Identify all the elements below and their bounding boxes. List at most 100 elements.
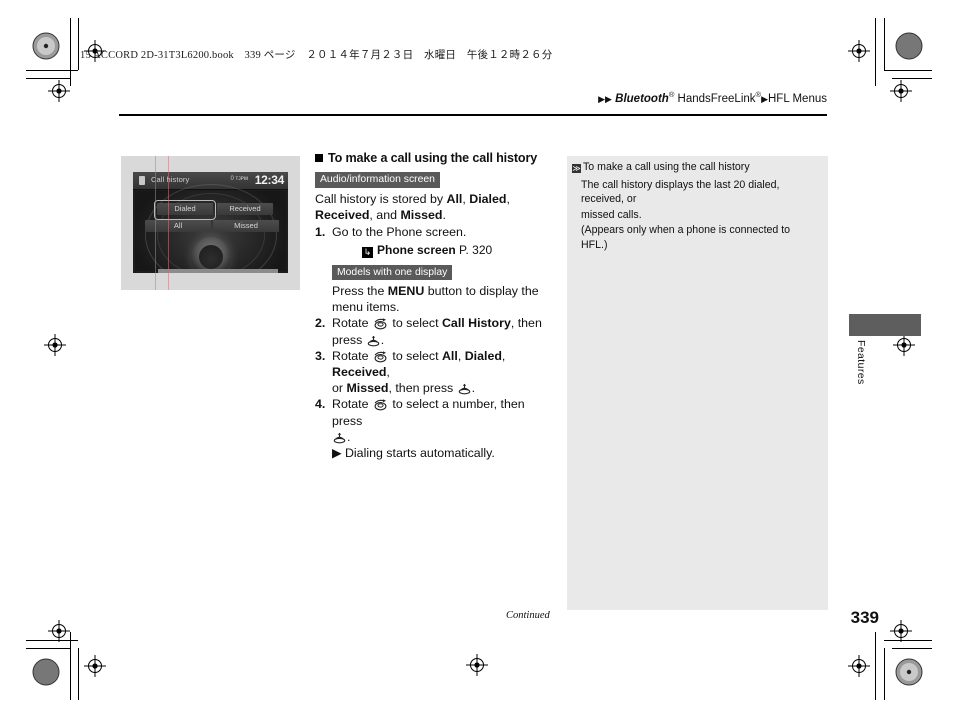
main-content-column: To make a call using the call history Au…: [315, 150, 557, 461]
step-2-number: 2.: [315, 316, 326, 331]
nav-tile-received[interactable]: Received: [217, 203, 273, 215]
intro-period: .: [442, 207, 446, 222]
nav-screen-bottom-bar: [158, 269, 278, 273]
phone-icon: [139, 176, 145, 185]
side-note-line-3: (Appears only when a phone is connected …: [581, 224, 791, 251]
header-rule: [119, 114, 827, 116]
thumb-tab-label: Features: [855, 340, 867, 385]
registration-mark-top-right-b: [890, 80, 912, 102]
intro-all: All: [446, 191, 463, 206]
running-head-arrow-mid: ▶: [761, 93, 768, 104]
registration-dot-bottom-right: [895, 658, 923, 686]
trim-mark: [26, 78, 70, 79]
step-1-text: Go to the Phone screen.: [332, 225, 467, 240]
step-2-text-b: to select: [388, 316, 442, 331]
cross-reference-label: Phone screen: [377, 243, 456, 258]
nav-clock: 12:34: [254, 173, 285, 187]
registration-mark-bottom-center: [466, 654, 488, 676]
step-3-number: 3.: [315, 348, 326, 363]
illustration-panel: Call history 0 ᴛᴊᴘᴍ 12:34 Dialed Receive…: [121, 156, 300, 290]
procedure-steps: 1. Go to the Phone screen. ↳ Phone screen…: [315, 224, 557, 461]
step-2: 2. Rotate to select Call History, then p…: [315, 315, 557, 347]
running-head-brand: Bluetooth: [615, 92, 669, 105]
step-3-or: or: [332, 381, 347, 396]
side-note-line-2: missed calls.: [581, 208, 642, 221]
step-1-number: 1.: [315, 225, 326, 240]
registration-mark-bottom-right-a: [890, 620, 912, 642]
trim-mark: [26, 70, 78, 71]
rotate-knob-icon: [374, 318, 387, 330]
step-2-text-a: Rotate: [332, 316, 372, 331]
imposition-slug: 15 ACCORD 2D-31T3L6200.book 339 ページ ２０１４…: [80, 50, 553, 61]
step-1-note-line-2: menu items.: [332, 300, 400, 315]
cross-reference-phone-screen[interactable]: ↳ Phone screen P. 320: [362, 242, 557, 259]
section-heading-text: To make a call using the call history: [328, 151, 538, 165]
intro-comma-2: ,: [506, 191, 510, 206]
press-post: button to display the: [424, 284, 539, 299]
side-note-title: To make a call using the call history: [583, 161, 750, 173]
manual-page: 15 ACCORD 2D-31T3L6200.book 339 ページ ２０１４…: [0, 0, 954, 718]
registration-mark-bottom-left-a: [48, 620, 70, 642]
step-3-period: .: [471, 381, 476, 396]
continued-label: Continued: [506, 610, 550, 621]
nav-screen-image: Call history 0 ᴛᴊᴘᴍ 12:34 Dialed Receive…: [133, 172, 288, 273]
trim-mark: [892, 78, 932, 79]
trim-mark: [884, 648, 885, 700]
trim-mark: [70, 632, 71, 700]
trim-mark: [884, 70, 932, 71]
press-knob-icon: [367, 335, 379, 346]
press-knob-icon: [458, 384, 470, 395]
trim-mark: [884, 640, 932, 641]
registration-mark-top-right-a: [848, 40, 870, 62]
intro-received: Received: [315, 207, 370, 222]
step-3-missed: Missed: [346, 381, 389, 396]
step-2-text-c: , then: [510, 316, 542, 331]
intro-missed: Missed: [400, 207, 443, 222]
trim-mark: [875, 632, 876, 700]
step-3-dialed: Dialed: [464, 348, 502, 363]
step-4: 4. Rotate to select a number, then press…: [315, 396, 557, 461]
registration-mark-bottom-right-b: [848, 655, 870, 677]
trim-mark: [78, 648, 79, 700]
intro-and: , and: [369, 207, 401, 222]
step-3-comma-2: ,: [501, 348, 506, 363]
registration-mark-right-middle: [893, 334, 915, 356]
step-3-then-press: , then press: [388, 381, 457, 396]
note-bullet-icon: ≫: [572, 164, 581, 173]
registration-mark-bottom-left-b: [84, 655, 106, 677]
trim-mark: [70, 18, 71, 86]
interface-dial-icon: [190, 237, 231, 273]
chip-audio-information-screen: Audio/information screen: [315, 172, 440, 188]
running-head-arrows: ▶▶: [598, 93, 612, 104]
trim-mark: [78, 18, 79, 70]
nav-tile-missed[interactable]: Missed: [213, 220, 279, 232]
step-3-received: Received: [332, 365, 387, 380]
registration-mark-left-middle: [44, 334, 66, 356]
step-3-text-b: to select: [388, 348, 442, 363]
square-bullet-icon: [315, 154, 323, 162]
step-1-note-line-1: Press the MENU button to display the: [332, 283, 557, 299]
thumb-tab-marker: [849, 314, 921, 336]
intro-paragraph: Call history is stored by All, Dialed, R…: [315, 191, 557, 223]
step-4-result-text: Dialing starts automatically.: [344, 446, 495, 461]
side-note-panel: ≫ To make a call using the call history T…: [567, 156, 828, 610]
nav-screen-body: Dialed Received All Missed: [135, 184, 286, 273]
step-3-all: All: [441, 348, 458, 363]
running-head-section: HFL Menus: [767, 92, 827, 105]
intro-text-pre: Call history is stored by: [315, 191, 447, 206]
side-note-body: The call history displays the last 20 di…: [567, 175, 828, 253]
side-note-heading: ≫ To make a call using the call history: [567, 156, 828, 175]
press-pre: Press the: [332, 284, 388, 299]
step-3-comma-3: ,: [386, 365, 390, 380]
registration-dot-top-right: [895, 32, 923, 60]
trim-mark: [26, 640, 78, 641]
step-4-number: 4.: [315, 397, 326, 412]
running-head: ▶▶ Bluetooth® HandsFreeLink®▶HFL Menus: [598, 90, 827, 105]
interface-dial-center: [198, 245, 223, 269]
menu-button-label: MENU: [387, 284, 425, 299]
signal-strength-icon: 0 ᴛᴊᴘᴍ: [230, 176, 248, 182]
running-head-product: HandsFreeLink: [674, 92, 756, 105]
step-4-line-2: .: [332, 429, 557, 445]
jump-reference-icon: ↳: [362, 247, 373, 259]
step-1: 1. Go to the Phone screen. ↳ Phone screen…: [315, 224, 557, 315]
